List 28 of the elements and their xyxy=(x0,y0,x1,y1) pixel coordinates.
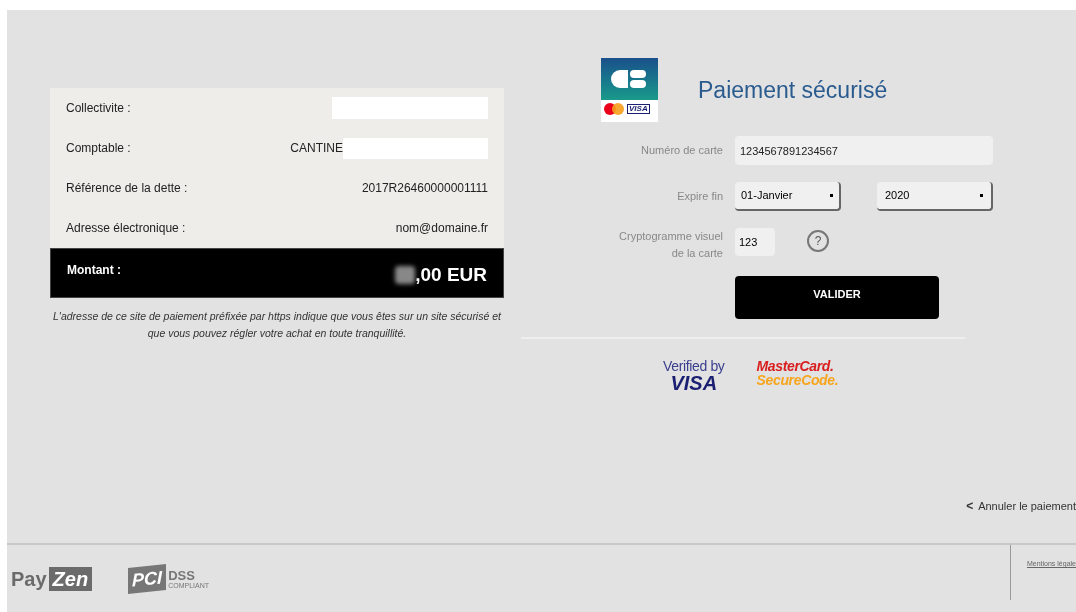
summary-label: Adresse électronique : xyxy=(66,220,186,237)
summary-label: Comptable : xyxy=(66,140,131,157)
year-select[interactable]: 2020 xyxy=(877,182,993,211)
summary-value: CANTINE xyxy=(290,140,343,157)
caret-icon xyxy=(980,194,983,197)
cb-card-logo: VISA xyxy=(601,58,658,122)
summary-label: Collectivite : xyxy=(66,100,131,117)
summary-value: 2017R26460000001111 xyxy=(361,180,488,197)
amount-label: Montant : xyxy=(67,262,121,279)
help-button[interactable]: ? xyxy=(807,230,829,252)
month-select[interactable]: 01-Janvier xyxy=(735,182,841,211)
security-note: L'adresse de ce site de paiement préfixée par https indique que vous êtes sur un site sécurisé et que vous pouvez régler votre achat en toute tranquillité. xyxy=(52,309,503,341)
card-number-field[interactable]: 1234567891234567 xyxy=(735,136,993,165)
cancel-payment-link[interactable]: < Annuler le paiement xyxy=(966,497,1076,515)
summary-value: nom@domaine.fr xyxy=(395,220,488,237)
caret-icon xyxy=(830,194,833,197)
summary-label: Référence de la dette : xyxy=(66,180,188,197)
amount-value: ,00 EUR xyxy=(415,263,487,287)
cvv-label: Cryptogramme visuel de la carte xyxy=(618,229,723,261)
verified-by-visa-logo: Verified by VISA xyxy=(663,359,725,393)
card-number-label: Numéro de carte xyxy=(640,143,723,159)
validate-button[interactable]: VALIDER xyxy=(735,276,939,319)
payzen-logo: Pay Zen xyxy=(11,563,93,594)
back-arrow: < xyxy=(966,498,974,515)
cvv-field[interactable]: 123 xyxy=(735,228,775,256)
page-title: Paiement sécurisé xyxy=(698,75,888,105)
expiry-label: Expire fin xyxy=(676,189,723,205)
mastercard-securecode-logo: MasterCard. SecureCode. xyxy=(756,359,839,387)
